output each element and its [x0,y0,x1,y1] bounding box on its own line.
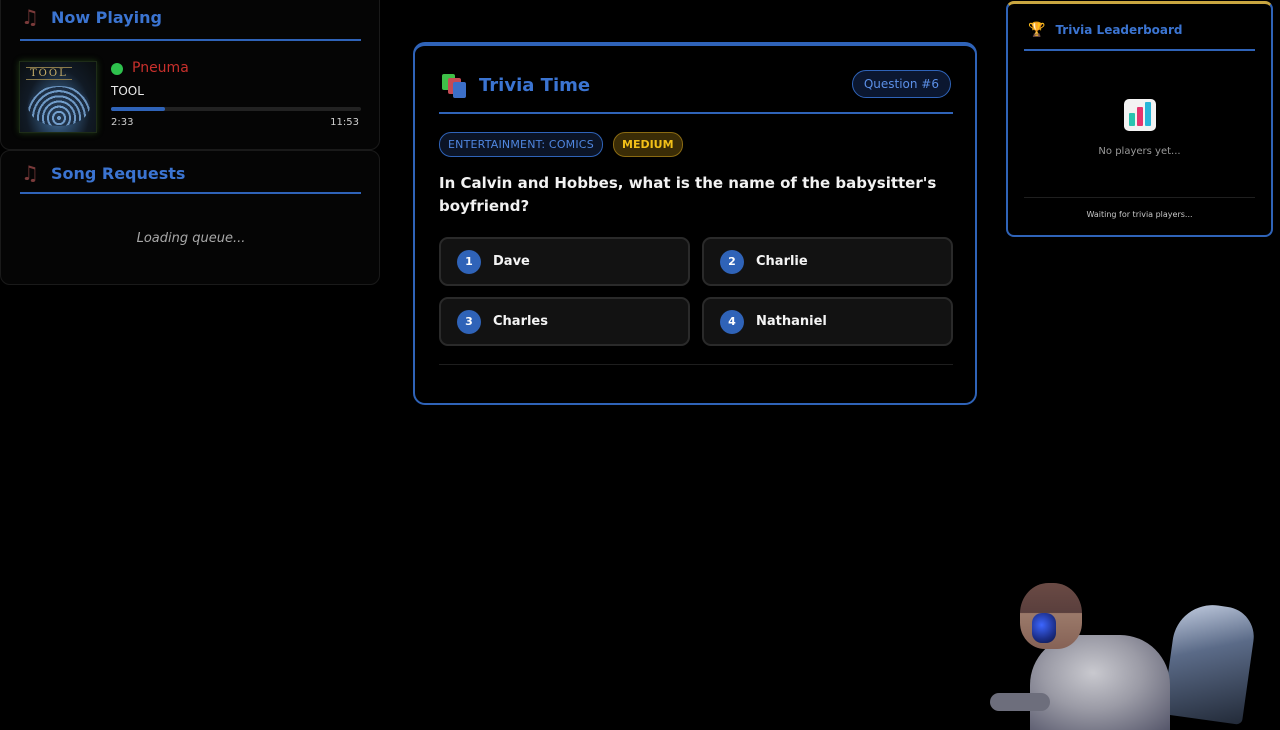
answer-text: Charles [493,314,548,329]
trivia-card: Trivia Time Question #6 ENTERTAINMENT: C… [413,42,977,405]
webcam-overlay [990,575,1280,730]
song-requests-panel: ♫ Song Requests Loading queue... [0,150,380,285]
books-icon [441,74,466,98]
music-note-icon: ♫ [21,161,39,185]
question-text: In Calvin and Hobbes, what is the name o… [439,174,937,215]
streamer-arm [990,693,1050,711]
song-requests-title: Song Requests [50,163,186,183]
total-time: 11:53 [330,117,359,128]
song-progress-fill [111,107,165,111]
answer-text: Nathaniel [756,314,827,329]
divider [20,192,361,194]
answer-option[interactable]: 4 Nathaniel [702,297,953,346]
trivia-header: Trivia Time [441,74,591,98]
playing-status-dot [111,63,123,75]
elapsed-time: 2:33 [111,117,134,128]
divider [439,112,953,114]
now-playing-panel: ♫ Now Playing TOOL Pneuma TOOL 2:33 11:5… [0,0,380,150]
answer-text: Dave [493,254,530,269]
answer-number: 3 [457,309,481,334]
difficulty-badge: MEDIUM [613,132,683,157]
song-artist: TOOL [111,84,144,98]
answer-option[interactable]: 3 Charles [439,297,690,346]
now-playing-header: ♫ Now Playing [21,7,162,27]
trivia-leaderboard-panel: 🏆 Trivia Leaderboard No players yet... W… [1006,1,1273,237]
divider [439,364,953,365]
leaderboard-header: 🏆 Trivia Leaderboard [1028,22,1183,38]
answer-text: Charlie [756,254,808,269]
album-art-graphic [28,86,90,126]
divider [20,39,361,41]
streamer-body [1030,635,1170,730]
leaderboard-title: Trivia Leaderboard [1055,23,1183,37]
waiting-players-text: Waiting for trivia players... [1086,210,1193,219]
album-logo: TOOL [26,67,72,80]
answer-grid: 1 Dave 2 Charlie 3 Charles 4 Nathaniel [439,237,953,346]
queue-loading-text: Loading queue... [136,231,246,246]
trivia-title: Trivia Time [479,74,591,96]
now-playing-title: Now Playing [50,7,162,27]
song-requests-header: ♫ Song Requests [21,163,185,183]
answer-option[interactable]: 2 Charlie [702,237,953,286]
answer-number: 2 [720,249,744,274]
answer-number: 4 [720,309,744,334]
trophy-icon: 🏆 [1028,22,1046,38]
song-title: Pneuma [132,60,189,76]
question-number-badge: Question #6 [851,70,951,98]
divider [1024,49,1255,51]
song-progress-bar [111,107,361,111]
category-badge: ENTERTAINMENT: COMICS [439,132,603,157]
answer-option[interactable]: 1 Dave [439,237,690,286]
no-players-text: No players yet... [1098,146,1181,157]
answer-number: 1 [457,249,481,274]
bar-chart-icon [1124,99,1156,131]
gaming-chair [1162,599,1258,726]
divider [1024,197,1255,198]
album-art: TOOL [19,61,97,133]
music-note-icon: ♫ [21,5,39,29]
headphones [1032,613,1056,643]
